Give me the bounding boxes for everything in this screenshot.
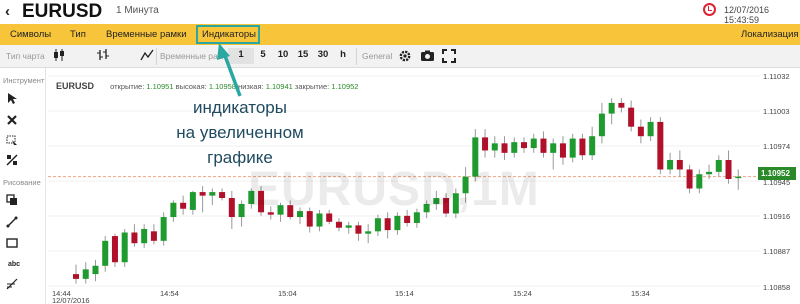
x-tick: 15:14 — [395, 289, 414, 298]
current-price-label: 1.10952 — [758, 167, 796, 180]
chart-app: ‹ EURUSD 1 Минута 12/07/2016 15:43:59 Си… — [0, 0, 800, 304]
x-tick: 15:04 — [278, 289, 297, 298]
y-tick: 1.10858 — [763, 283, 791, 292]
y-tick: 1.10916 — [763, 212, 791, 221]
y-tick: 1.11003 — [763, 107, 790, 116]
annotation-arrow — [217, 43, 242, 97]
y-tick: 1.10974 — [763, 142, 791, 151]
x-tick: 15:34 — [631, 289, 650, 298]
x-tick: 14:54 — [160, 289, 179, 298]
y-tick: 1.10887 — [763, 247, 791, 256]
x-tick: 15:24 — [513, 289, 532, 298]
y-tick: 1.11032 — [763, 72, 790, 81]
x-date: 12/07/2016 — [52, 296, 90, 304]
